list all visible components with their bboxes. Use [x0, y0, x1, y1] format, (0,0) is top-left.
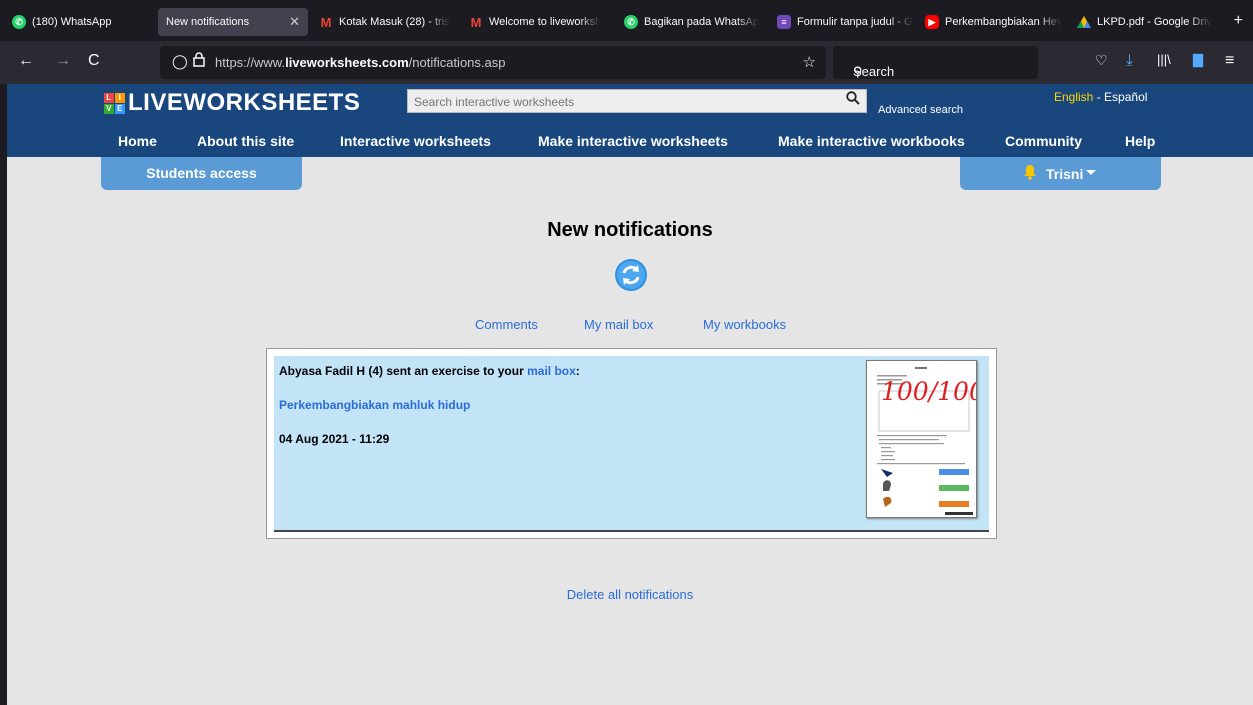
reload-icon[interactable]: C — [88, 52, 100, 70]
whatsapp-icon: ✆ — [624, 15, 638, 29]
tab-whatsapp-share[interactable]: ✆ Bagikan pada WhatsAp — [624, 8, 764, 36]
comments-link[interactable]: Comments — [475, 317, 538, 332]
back-icon[interactable]: ← — [18, 52, 34, 70]
tab-label: Formulir tanpa judul - G — [797, 16, 913, 28]
page-title: New notifications — [547, 219, 713, 241]
lang-english[interactable]: English — [1054, 90, 1093, 104]
menu-icon[interactable]: ≡ — [1225, 52, 1234, 70]
notification-item: Abyasa Fadil H (4) sent an exercise to y… — [274, 356, 989, 532]
tab-youtube[interactable]: ▶ Perkembangbiakan Hev — [925, 8, 1065, 36]
nav-home[interactable]: Home — [118, 133, 157, 149]
notification-message: Abyasa Fadil H (4) sent an exercise to y… — [279, 364, 580, 378]
refresh-icon[interactable] — [614, 258, 648, 292]
site-logo[interactable]: LI VE LIVEWORKSHEETS — [104, 89, 360, 117]
nav-interactive-worksheets[interactable]: Interactive worksheets — [340, 133, 491, 149]
language-switch: English - Español — [1054, 90, 1147, 104]
url-text: https://www.liveworksheets.com/notificat… — [215, 55, 506, 70]
gmail-icon: M — [320, 14, 332, 30]
page-content: LI VE LIVEWORKSHEETS Advanced search Eng… — [7, 84, 1253, 705]
drive-icon — [1077, 15, 1091, 29]
youtube-icon: ▶ — [925, 15, 939, 29]
tab-gmail-inbox[interactable]: M Kotak Masuk (28) - tris — [319, 8, 454, 36]
tab-whatsapp[interactable]: ✆ (180) WhatsApp — [12, 8, 142, 36]
library-icon[interactable]: |||\ — [1157, 52, 1171, 67]
lang-separator: - — [1096, 90, 1101, 104]
download-icon[interactable]: ⤓ — [1126, 52, 1133, 70]
nav-about[interactable]: About this site — [197, 133, 294, 149]
extension-icon[interactable]: ▇ — [1193, 52, 1203, 68]
close-icon[interactable]: ✕ — [289, 14, 300, 30]
tab-label: Bagikan pada WhatsAp — [644, 16, 759, 28]
user-name: Trisni — [1046, 166, 1084, 182]
delete-all-notifications-link[interactable]: Delete all notifications — [7, 587, 1253, 602]
worksheet-thumbnail[interactable]: 100/100 — [866, 360, 977, 518]
search-label: Search — [853, 64, 895, 79]
logo-text: LIVEWORKSHEETS — [128, 89, 361, 116]
tab-label: Kotak Masuk (28) - tris — [339, 16, 450, 28]
tab-label: Welcome to liveworksh — [489, 16, 602, 28]
user-menu[interactable]: Trisni — [960, 157, 1161, 190]
tab-google-forms[interactable]: ≡ Formulir tanpa judul - G — [777, 8, 915, 36]
notification-date: 04 Aug 2021 - 11:29 — [279, 432, 390, 446]
forms-icon: ≡ — [777, 15, 791, 29]
gmail-icon: M — [470, 14, 482, 30]
bookmark-star-icon[interactable]: ☆ — [803, 53, 816, 71]
lang-spanish[interactable]: Español — [1104, 90, 1147, 104]
nav-community[interactable]: Community — [1005, 133, 1082, 149]
caret-down-icon — [1086, 170, 1096, 175]
browser-search-box[interactable]: ⚲ Search — [833, 46, 1038, 79]
forward-icon[interactable]: → — [55, 52, 71, 70]
tab-label: (180) WhatsApp — [32, 16, 112, 28]
students-access-button[interactable]: Students access — [101, 157, 302, 190]
tab-label: Perkembangbiakan Hev — [945, 16, 1063, 28]
notification-card: Abyasa Fadil H (4) sent an exercise to y… — [266, 348, 997, 539]
score-stamp: 100/100 — [881, 377, 977, 406]
site-header: LI VE LIVEWORKSHEETS Advanced search Eng… — [7, 84, 1253, 157]
my-workbooks-link[interactable]: My workbooks — [703, 317, 786, 332]
nav-make-worksheets[interactable]: Make interactive worksheets — [538, 133, 728, 149]
worksheet-link[interactable]: Perkembangbiakan mahluk hidup — [279, 398, 470, 412]
search-icon[interactable] — [846, 91, 860, 109]
nav-make-workbooks[interactable]: Make interactive workbooks — [778, 133, 965, 149]
advanced-search-link[interactable]: Advanced search — [878, 104, 963, 116]
pocket-icon[interactable]: ♡ — [1095, 52, 1108, 69]
nav-help[interactable]: Help — [1125, 133, 1155, 149]
new-tab-icon[interactable]: + — [1234, 12, 1243, 30]
tab-label: New notifications — [166, 16, 250, 28]
browser-nav-bar: ← → C ◯ https://www.liveworksheets.com/n… — [0, 41, 1253, 84]
bell-icon[interactable] — [1023, 164, 1037, 184]
whatsapp-icon: ✆ — [12, 15, 26, 29]
site-search-input[interactable] — [408, 90, 836, 114]
tab-label: LKPD.pdf - Google Driv — [1097, 16, 1212, 28]
shield-icon[interactable]: ◯ — [172, 53, 188, 70]
browser-tab-bar: ✆ (180) WhatsApp New notifications ✕ M K… — [0, 0, 1253, 41]
my-mail-box-link[interactable]: My mail box — [584, 317, 653, 332]
site-search — [407, 89, 867, 114]
lock-icon[interactable] — [193, 52, 205, 70]
tab-new-notifications[interactable]: New notifications ✕ — [158, 8, 308, 36]
tab-gmail-welcome[interactable]: M Welcome to liveworksh — [469, 8, 609, 36]
tab-google-drive[interactable]: LKPD.pdf - Google Driv — [1077, 8, 1222, 36]
logo-mark: LI VE — [104, 92, 125, 114]
url-bar[interactable]: ◯ https://www.liveworksheets.com/notific… — [160, 46, 826, 79]
mail-box-link[interactable]: mail box — [527, 364, 576, 378]
